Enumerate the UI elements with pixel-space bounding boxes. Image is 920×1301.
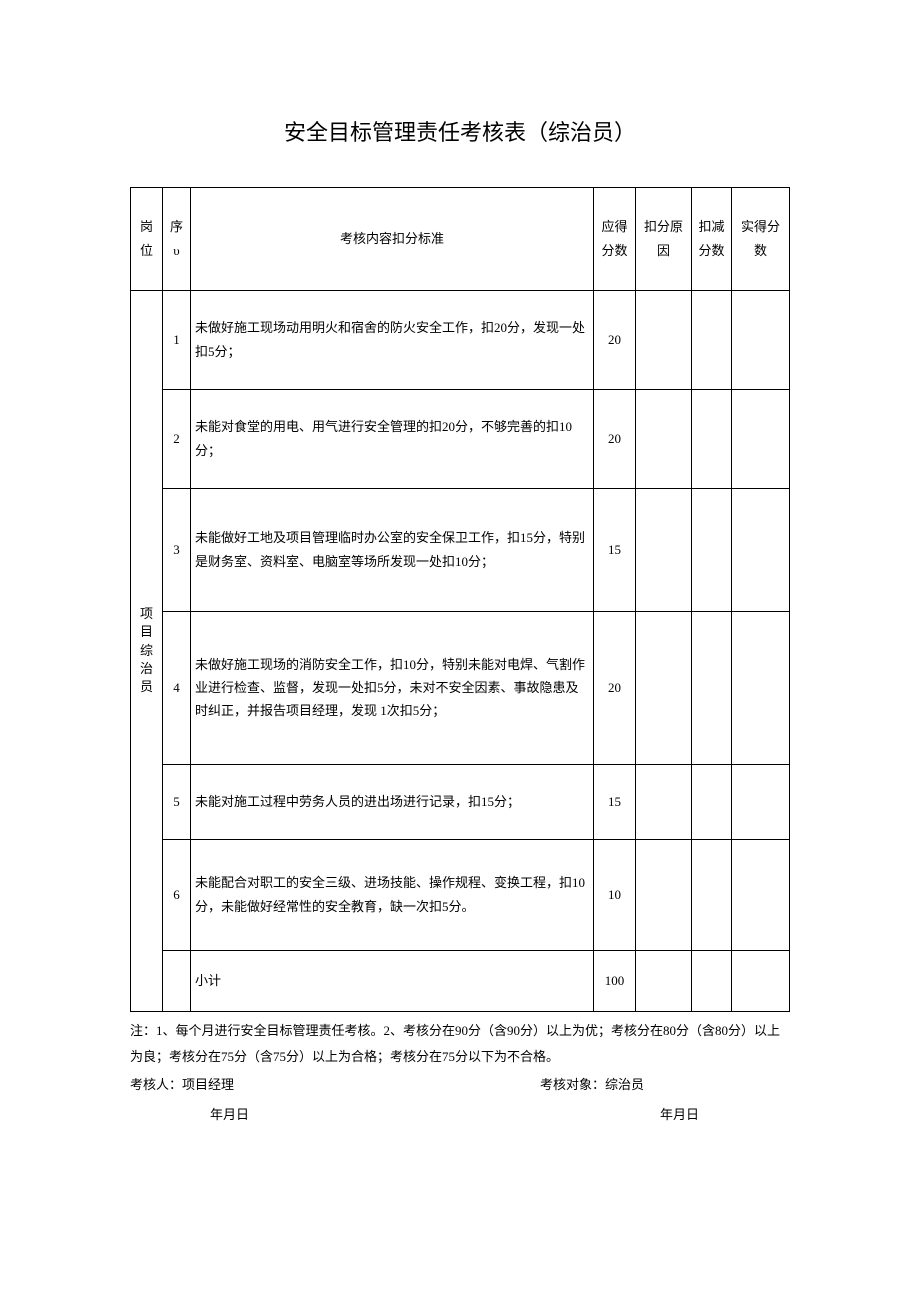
actual-cell	[732, 764, 790, 839]
table-row: 5 未能对施工过程中劳务人员的进出场进行记录，扣15分； 15	[131, 764, 790, 839]
col-reason: 扣分原因	[636, 187, 692, 290]
content-cell: 未能对施工过程中劳务人员的进出场进行记录，扣15分；	[191, 764, 594, 839]
content-cell: 未能配合对职工的安全三级、进场技能、操作规程、变换工程，扣10分，未能做好经常性…	[191, 839, 594, 950]
subtotal-row: 小计 100	[131, 950, 790, 1011]
score-cell: 20	[594, 290, 636, 389]
deduct-cell	[692, 389, 732, 488]
reason-cell	[636, 611, 692, 764]
table-row: 项目综治员 1 未做好施工现场动用明火和宿舍的防火安全工作，扣20分，发现一处扣…	[131, 290, 790, 389]
reason-cell	[636, 950, 692, 1011]
deduct-cell	[692, 611, 732, 764]
reason-cell	[636, 488, 692, 611]
examiner-label: 考核人：项目经理	[130, 1072, 540, 1098]
score-cell: 15	[594, 488, 636, 611]
subtotal-label: 小计	[191, 950, 594, 1011]
position-cell: 项目综治员	[131, 290, 163, 1011]
seq-cell	[163, 950, 191, 1011]
seq-cell: 2	[163, 389, 191, 488]
reason-cell	[636, 389, 692, 488]
col-deduct: 扣减分数	[692, 187, 732, 290]
subtotal-score: 100	[594, 950, 636, 1011]
table-row: 3 未能做好工地及项目管理临时办公室的安全保卫工作，扣15分，特别是财务室、资料…	[131, 488, 790, 611]
score-cell: 20	[594, 389, 636, 488]
actual-cell	[732, 488, 790, 611]
date-left: 年月日	[210, 1102, 249, 1128]
notes-text: 注：1、每个月进行安全目标管理责任考核。2、考核分在90分（含90分）以上为优；…	[130, 1018, 790, 1070]
content-cell: 未能对食堂的用电、用气进行安全管理的扣20分，不够完善的扣10分；	[191, 389, 594, 488]
col-actual: 实得分数	[732, 187, 790, 290]
score-cell: 15	[594, 764, 636, 839]
col-position: 岗位	[131, 187, 163, 290]
deduct-cell	[692, 764, 732, 839]
actual-cell	[732, 950, 790, 1011]
assessment-table: 岗位 序 υ 考核内容扣分标准 应得分数 扣分原因 扣减分数 实得分数 项目综治…	[130, 187, 790, 1012]
col-content: 考核内容扣分标准	[191, 187, 594, 290]
actual-cell	[732, 290, 790, 389]
seq-cell: 5	[163, 764, 191, 839]
seq-cell: 6	[163, 839, 191, 950]
reason-cell	[636, 839, 692, 950]
content-cell: 未做好施工现场动用明火和宿舍的防火安全工作，扣20分，发现一处扣5分；	[191, 290, 594, 389]
content-cell: 未做好施工现场的消防安全工作，扣10分，特别未能对电焊、气割作业进行检查、监督，…	[191, 611, 594, 764]
reason-cell	[636, 764, 692, 839]
deduct-cell	[692, 488, 732, 611]
score-cell: 20	[594, 611, 636, 764]
content-cell: 未能做好工地及项目管理临时办公室的安全保卫工作，扣15分，特别是财务室、资料室、…	[191, 488, 594, 611]
deduct-cell	[692, 290, 732, 389]
actual-cell	[732, 611, 790, 764]
actual-cell	[732, 389, 790, 488]
actual-cell	[732, 839, 790, 950]
reason-cell	[636, 290, 692, 389]
seq-cell: 1	[163, 290, 191, 389]
deduct-cell	[692, 839, 732, 950]
col-score: 应得分数	[594, 187, 636, 290]
page-title: 安全目标管理责任考核表（综治员）	[130, 115, 790, 147]
examinee-label: 考核对象：综治员	[540, 1072, 790, 1098]
date-right: 年月日	[660, 1102, 790, 1128]
seq-cell: 3	[163, 488, 191, 611]
table-row: 2 未能对食堂的用电、用气进行安全管理的扣20分，不够完善的扣10分； 20	[131, 389, 790, 488]
seq-cell: 4	[163, 611, 191, 764]
score-cell: 10	[594, 839, 636, 950]
deduct-cell	[692, 950, 732, 1011]
col-seq: 序 υ	[163, 187, 191, 290]
table-row: 4 未做好施工现场的消防安全工作，扣10分，特别未能对电焊、气割作业进行检查、监…	[131, 611, 790, 764]
table-row: 6 未能配合对职工的安全三级、进场技能、操作规程、变换工程，扣10分，未能做好经…	[131, 839, 790, 950]
